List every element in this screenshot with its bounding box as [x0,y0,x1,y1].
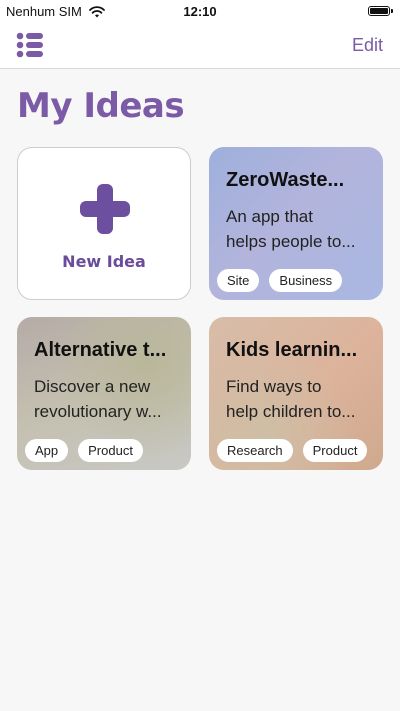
idea-card-alternative[interactable]: Alternative t... Discover a new revoluti… [17,317,191,470]
tag-site[interactable]: Site [217,269,260,292]
screen: Nenhum SIM 12:10 Edit My Ideas New Idea [0,0,400,711]
idea-card-zerowaste[interactable]: ZeroWaste... An app that helps people to… [209,147,383,300]
list-icon[interactable] [16,32,44,58]
idea-description-line: help children to... [226,402,356,421]
page-title: My Ideas [17,86,185,126]
idea-title: Alternative t... [34,339,167,361]
status-bar: Nenhum SIM 12:10 [0,0,400,24]
clock: 12:10 [183,4,217,19]
navigation-bar: Edit [0,24,400,69]
tag-research[interactable]: Research [217,439,293,462]
idea-description: Find ways to help children to... [226,374,371,424]
idea-description-line: revolutionary w... [34,402,162,421]
idea-description: An app that helps people to... [226,204,371,254]
battery-icon [368,6,393,16]
idea-description-line: Find ways to [226,377,322,396]
tag-list: Research Product [217,439,368,462]
idea-title: ZeroWaste... [226,169,345,191]
idea-description-line: helps people to... [226,232,356,251]
idea-title: Kids learnin... [226,339,358,361]
idea-card-kids-learning[interactable]: Kids learnin... Find ways to help childr… [209,317,383,470]
tag-app[interactable]: App [25,439,69,462]
edit-button[interactable]: Edit [352,35,383,56]
new-idea-card[interactable]: New Idea [17,147,191,300]
idea-description-line: Discover a new [34,377,151,396]
tag-list: Site Business [217,269,343,292]
tag-product[interactable]: Product [302,439,368,462]
plus-icon [80,184,130,234]
tag-business[interactable]: Business [269,269,343,292]
idea-description: Discover a new revolutionary w... [34,374,179,424]
tag-list: App Product [25,439,143,462]
tag-product[interactable]: Product [78,439,143,462]
new-idea-label: New Idea [62,252,146,271]
idea-description-line: An app that [226,207,313,226]
